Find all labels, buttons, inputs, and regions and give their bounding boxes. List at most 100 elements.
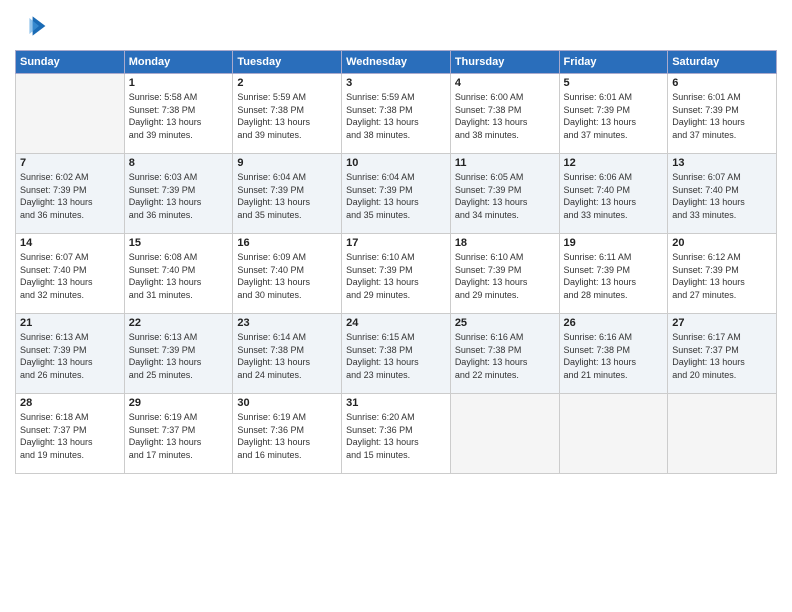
day-number: 1 xyxy=(129,77,229,89)
calendar-day-header: Monday xyxy=(124,51,233,74)
day-info: Sunrise: 6:07 AM Sunset: 7:40 PM Dayligh… xyxy=(20,251,120,301)
calendar-day-cell: 27 Sunrise: 6:17 AM Sunset: 7:37 PM Dayli… xyxy=(668,314,777,394)
calendar-day-cell: 6 Sunrise: 6:01 AM Sunset: 7:39 PM Daylig… xyxy=(668,74,777,154)
day-info: Sunrise: 5:59 AM Sunset: 7:38 PM Dayligh… xyxy=(237,91,337,141)
page: SundayMondayTuesdayWednesdayThursdayFrid… xyxy=(0,0,792,612)
day-info: Sunrise: 6:15 AM Sunset: 7:38 PM Dayligh… xyxy=(346,331,446,381)
calendar-day-cell: 14 Sunrise: 6:07 AM Sunset: 7:40 PM Dayli… xyxy=(16,234,125,314)
calendar-day-cell: 22 Sunrise: 6:13 AM Sunset: 7:39 PM Dayli… xyxy=(124,314,233,394)
day-number: 21 xyxy=(20,317,120,329)
calendar-day-cell: 31 Sunrise: 6:20 AM Sunset: 7:36 PM Dayli… xyxy=(342,394,451,474)
day-info: Sunrise: 6:20 AM Sunset: 7:36 PM Dayligh… xyxy=(346,411,446,461)
calendar-day-cell: 19 Sunrise: 6:11 AM Sunset: 7:39 PM Dayli… xyxy=(559,234,668,314)
calendar-day-header: Sunday xyxy=(16,51,125,74)
calendar-day-cell: 29 Sunrise: 6:19 AM Sunset: 7:37 PM Dayli… xyxy=(124,394,233,474)
day-info: Sunrise: 6:08 AM Sunset: 7:40 PM Dayligh… xyxy=(129,251,229,301)
day-number: 10 xyxy=(346,157,446,169)
day-info: Sunrise: 6:11 AM Sunset: 7:39 PM Dayligh… xyxy=(564,251,664,301)
day-number: 31 xyxy=(346,397,446,409)
day-number: 13 xyxy=(672,157,772,169)
calendar-week-row: 14 Sunrise: 6:07 AM Sunset: 7:40 PM Dayli… xyxy=(16,234,777,314)
day-number: 12 xyxy=(564,157,664,169)
day-number: 22 xyxy=(129,317,229,329)
day-number: 8 xyxy=(129,157,229,169)
day-number: 6 xyxy=(672,77,772,89)
day-number: 27 xyxy=(672,317,772,329)
calendar-day-cell: 4 Sunrise: 6:00 AM Sunset: 7:38 PM Daylig… xyxy=(450,74,559,154)
day-info: Sunrise: 6:02 AM Sunset: 7:39 PM Dayligh… xyxy=(20,171,120,221)
day-info: Sunrise: 6:19 AM Sunset: 7:37 PM Dayligh… xyxy=(129,411,229,461)
calendar-week-row: 1 Sunrise: 5:58 AM Sunset: 7:38 PM Daylig… xyxy=(16,74,777,154)
logo xyxy=(15,10,51,42)
day-info: Sunrise: 6:17 AM Sunset: 7:37 PM Dayligh… xyxy=(672,331,772,381)
logo-icon xyxy=(15,10,47,42)
calendar-day-cell: 17Sunrise: 6:10 AM Sunset: 7:39 PM Dayli… xyxy=(342,234,451,314)
calendar-day-cell: 16 Sunrise: 6:09 AM Sunset: 7:40 PM Dayli… xyxy=(233,234,342,314)
calendar-day-header: Friday xyxy=(559,51,668,74)
header xyxy=(15,10,777,42)
day-info: Sunrise: 6:19 AM Sunset: 7:36 PM Dayligh… xyxy=(237,411,337,461)
day-info: Sunrise: 5:59 AM Sunset: 7:38 PM Dayligh… xyxy=(346,91,446,141)
day-number: 29 xyxy=(129,397,229,409)
calendar-day-cell: 28Sunrise: 6:18 AM Sunset: 7:37 PM Dayli… xyxy=(16,394,125,474)
day-info: Sunrise: 5:58 AM Sunset: 7:38 PM Dayligh… xyxy=(129,91,229,141)
day-number: 5 xyxy=(564,77,664,89)
calendar-day-cell xyxy=(16,74,125,154)
day-info: Sunrise: 6:01 AM Sunset: 7:39 PM Dayligh… xyxy=(672,91,772,141)
calendar-day-cell xyxy=(559,394,668,474)
day-info: Sunrise: 6:16 AM Sunset: 7:38 PM Dayligh… xyxy=(564,331,664,381)
calendar-day-cell: 5 Sunrise: 6:01 AM Sunset: 7:39 PM Daylig… xyxy=(559,74,668,154)
day-number: 24 xyxy=(346,317,446,329)
day-number: 28 xyxy=(20,397,120,409)
calendar-day-header: Saturday xyxy=(668,51,777,74)
calendar-day-cell xyxy=(450,394,559,474)
day-info: Sunrise: 6:01 AM Sunset: 7:39 PM Dayligh… xyxy=(564,91,664,141)
calendar-week-row: 21 Sunrise: 6:13 AM Sunset: 7:39 PM Dayli… xyxy=(16,314,777,394)
day-info: Sunrise: 6:14 AM Sunset: 7:38 PM Dayligh… xyxy=(237,331,337,381)
calendar-week-row: 28Sunrise: 6:18 AM Sunset: 7:37 PM Dayli… xyxy=(16,394,777,474)
day-info: Sunrise: 6:09 AM Sunset: 7:40 PM Dayligh… xyxy=(237,251,337,301)
calendar-day-cell: 13 Sunrise: 6:07 AM Sunset: 7:40 PM Dayli… xyxy=(668,154,777,234)
calendar-day-cell: 30 Sunrise: 6:19 AM Sunset: 7:36 PM Dayli… xyxy=(233,394,342,474)
calendar-day-cell: 8Sunrise: 6:03 AM Sunset: 7:39 PM Daylig… xyxy=(124,154,233,234)
day-info: Sunrise: 6:13 AM Sunset: 7:39 PM Dayligh… xyxy=(20,331,120,381)
day-number: 3 xyxy=(346,77,446,89)
day-info: Sunrise: 6:05 AM Sunset: 7:39 PM Dayligh… xyxy=(455,171,555,221)
calendar-day-cell: 15 Sunrise: 6:08 AM Sunset: 7:40 PM Dayli… xyxy=(124,234,233,314)
day-number: 20 xyxy=(672,237,772,249)
day-number: 14 xyxy=(20,237,120,249)
day-number: 2 xyxy=(237,77,337,89)
calendar-day-cell: 1 Sunrise: 5:58 AM Sunset: 7:38 PM Daylig… xyxy=(124,74,233,154)
day-number: 30 xyxy=(237,397,337,409)
calendar-day-header: Tuesday xyxy=(233,51,342,74)
day-info: Sunrise: 6:13 AM Sunset: 7:39 PM Dayligh… xyxy=(129,331,229,381)
calendar-day-cell: 23Sunrise: 6:14 AM Sunset: 7:38 PM Dayli… xyxy=(233,314,342,394)
calendar-day-cell: 25 Sunrise: 6:16 AM Sunset: 7:38 PM Dayli… xyxy=(450,314,559,394)
day-number: 19 xyxy=(564,237,664,249)
calendar-day-cell: 2 Sunrise: 5:59 AM Sunset: 7:38 PM Daylig… xyxy=(233,74,342,154)
day-number: 11 xyxy=(455,157,555,169)
day-number: 25 xyxy=(455,317,555,329)
calendar-day-cell: 18 Sunrise: 6:10 AM Sunset: 7:39 PM Dayli… xyxy=(450,234,559,314)
day-number: 7 xyxy=(20,157,120,169)
day-number: 16 xyxy=(237,237,337,249)
day-number: 18 xyxy=(455,237,555,249)
day-number: 26 xyxy=(564,317,664,329)
day-info: Sunrise: 6:10 AM Sunset: 7:39 PM Dayligh… xyxy=(455,251,555,301)
day-number: 15 xyxy=(129,237,229,249)
day-number: 17 xyxy=(346,237,446,249)
calendar-day-header: Wednesday xyxy=(342,51,451,74)
calendar-day-header: Thursday xyxy=(450,51,559,74)
calendar-day-cell: 26 Sunrise: 6:16 AM Sunset: 7:38 PM Dayli… xyxy=(559,314,668,394)
calendar-day-cell: 3 Sunrise: 5:59 AM Sunset: 7:38 PM Daylig… xyxy=(342,74,451,154)
day-info: Sunrise: 6:00 AM Sunset: 7:38 PM Dayligh… xyxy=(455,91,555,141)
calendar-header-row: SundayMondayTuesdayWednesdayThursdayFrid… xyxy=(16,51,777,74)
calendar-day-cell: 12Sunrise: 6:06 AM Sunset: 7:40 PM Dayli… xyxy=(559,154,668,234)
day-number: 4 xyxy=(455,77,555,89)
day-info: Sunrise: 6:04 AM Sunset: 7:39 PM Dayligh… xyxy=(237,171,337,221)
day-info: Sunrise: 6:12 AM Sunset: 7:39 PM Dayligh… xyxy=(672,251,772,301)
calendar-day-cell: 10Sunrise: 6:04 AM Sunset: 7:39 PM Dayli… xyxy=(342,154,451,234)
day-info: Sunrise: 6:16 AM Sunset: 7:38 PM Dayligh… xyxy=(455,331,555,381)
day-info: Sunrise: 6:07 AM Sunset: 7:40 PM Dayligh… xyxy=(672,171,772,221)
calendar-day-cell: 7 Sunrise: 6:02 AM Sunset: 7:39 PM Daylig… xyxy=(16,154,125,234)
